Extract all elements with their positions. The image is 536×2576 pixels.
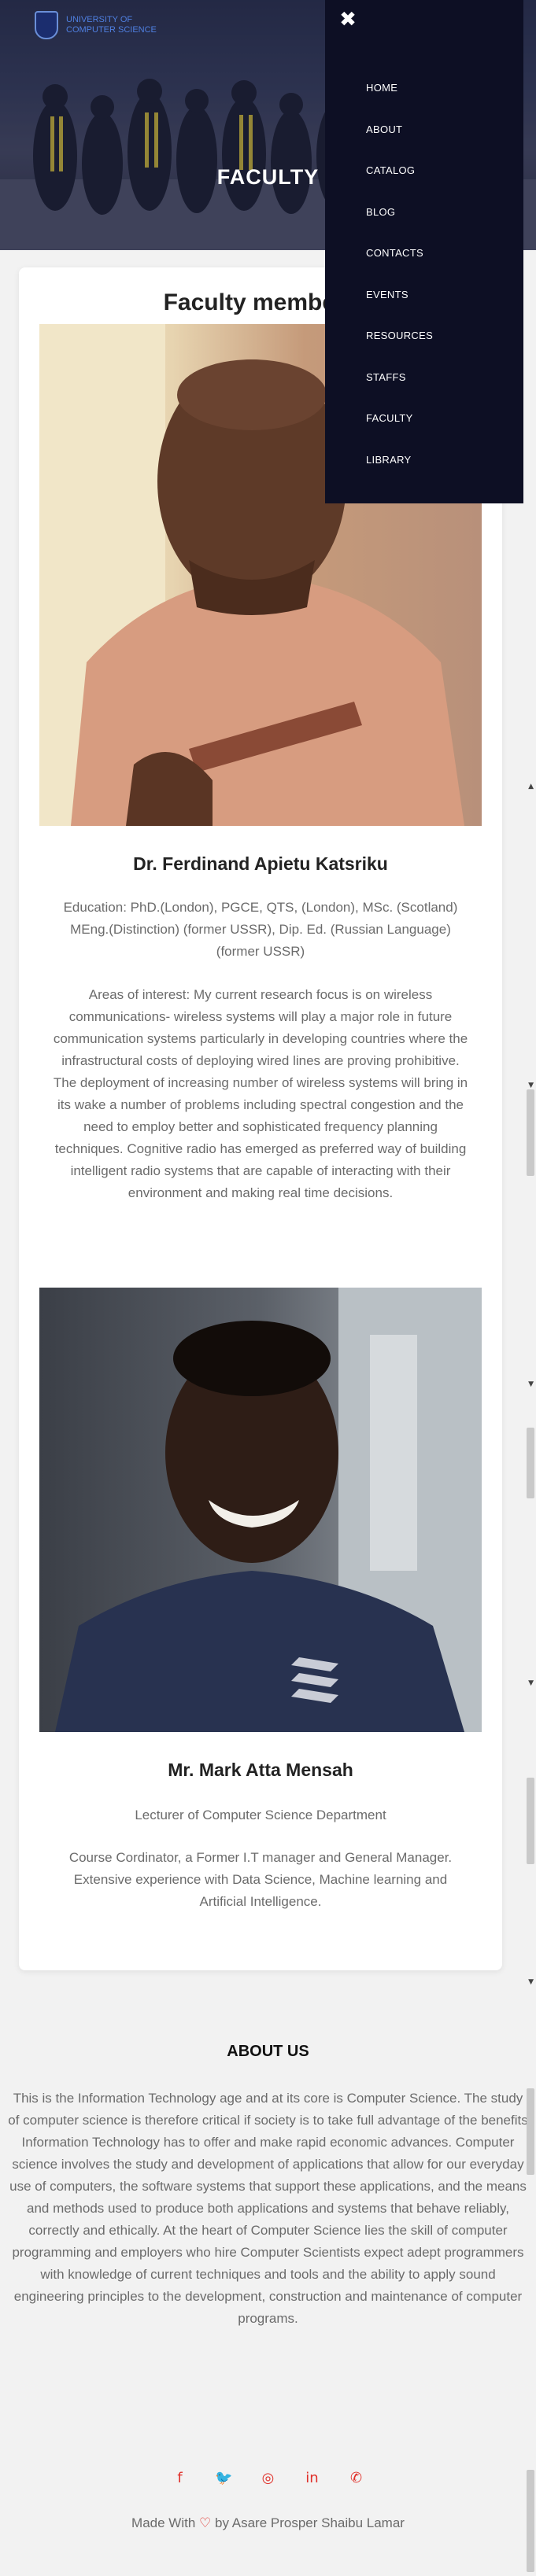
scroll-down-icon[interactable]: ▼ [528,1978,534,1986]
faculty-bio: Course Cordinator, a Former I.T manager … [68,1850,453,1909]
logo-text: UNIVERSITY OF COMPUTER SCIENCE [66,15,157,35]
faculty-photo-mensah [39,1288,482,1732]
instagram-icon[interactable]: ◎ [259,2470,278,2486]
nav-item-catalog[interactable]: CATALOG [366,164,433,206]
nav-item-resources[interactable]: RESOURCES [366,330,433,371]
scrollbar-thumb[interactable] [527,1105,534,1176]
linkedin-icon[interactable]: in [303,2470,322,2486]
nav-item-library[interactable]: LIBRARY [366,454,433,496]
facebook-icon[interactable]: f [171,2470,190,2486]
scrollbar-thumb[interactable] [527,2470,534,2572]
nav-menu: HOME ABOUT CATALOG BLOG CONTACTS EVENTS … [366,82,433,495]
scroll-down-icon[interactable]: ▼ [528,1082,534,1089]
scrollbar-2[interactable]: ▼ [527,1082,536,1176]
scrollbar-1[interactable]: ▲ [527,783,536,1160]
portrait-illustration [55,1288,482,1732]
scrollbar-thumb[interactable] [527,1778,534,1864]
nav-drawer: ✖ HOME ABOUT CATALOG BLOG CONTACTS EVENT… [325,0,523,503]
logo-text-line1: UNIVERSITY OF [66,15,133,24]
scroll-up-icon[interactable]: ▲ [528,783,534,790]
social-links: f 🐦 ◎ in ✆ [0,2470,536,2486]
scrollbar-4[interactable]: ▼ [527,1679,536,1864]
nav-item-events[interactable]: EVENTS [366,289,433,330]
faculty-education: Education: PhD.(London), PGCE, QTS, (Lon… [63,900,458,959]
nav-item-blog[interactable]: BLOG [366,206,433,248]
whatsapp-icon[interactable]: ✆ [347,2470,366,2486]
footer-credit: Made With ♡ by Asare Prosper Shaibu Lama… [0,2515,536,2531]
nav-item-staffs[interactable]: STAFFS [366,371,433,413]
faculty-interest: Areas of interest: My current research f… [53,987,468,1200]
faculty-name-mensah: Mr. Mark Atta Mensah [168,1760,353,1780]
crest-icon [35,11,58,39]
nav-item-faculty[interactable]: FACULTY [366,412,433,454]
scrollbar-6[interactable] [527,2470,536,2572]
heart-icon: ♡ [199,2515,212,2530]
footer-made-with: Made With [131,2515,196,2530]
about-text: This is the Information Technology age a… [8,2091,528,2326]
scrollbar-thumb[interactable] [527,1428,534,1498]
scrollbar-5[interactable]: ▼ [527,1978,536,2230]
twitter-icon[interactable]: 🐦 [215,2470,234,2486]
scrollbar-thumb[interactable] [527,2088,534,2175]
faculty-name-katsriku: Dr. Ferdinand Apietu Katsriku [133,853,388,874]
faculty-card: Faculty members Dr. Ferdinand Apietu Kat… [19,267,502,1970]
logo-text-line2: COMPUTER SCIENCE [66,25,157,35]
about-title: ABOUT US [227,2043,309,2060]
scroll-down-icon[interactable]: ▼ [528,1679,534,1687]
nav-item-about[interactable]: ABOUT [366,123,433,165]
site-logo[interactable]: UNIVERSITY OF COMPUTER SCIENCE [35,11,157,39]
close-icon[interactable]: ✖ [336,8,360,31]
scroll-down-icon[interactable]: ▼ [528,1380,534,1388]
nav-item-home[interactable]: HOME [366,82,433,123]
scrollbar-3[interactable]: ▼ [527,1380,536,1498]
footer-author: by Asare Prosper Shaibu Lamar [215,2515,405,2530]
faculty-role: Lecturer of Computer Science Department [135,1808,386,1822]
nav-item-contacts[interactable]: CONTACTS [366,247,433,289]
